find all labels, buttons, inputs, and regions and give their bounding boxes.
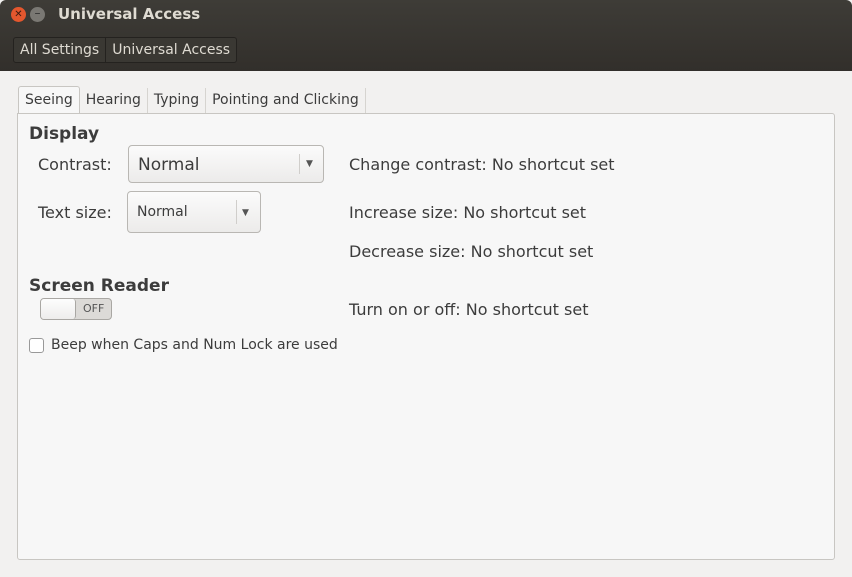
screen-reader-switch[interactable]: OFF: [40, 298, 112, 320]
increase-size-shortcut[interactable]: Increase size: No shortcut set: [349, 203, 586, 222]
screen-reader-heading: Screen Reader: [29, 276, 169, 296]
chevron-down-icon: ▼: [242, 208, 249, 218]
screen-reader-shortcut[interactable]: Turn on or off: No shortcut set: [349, 300, 589, 319]
contrast-label: Contrast:: [38, 155, 112, 174]
beep-checkbox[interactable]: [29, 338, 44, 353]
seeing-panel: Display Contrast: Normal ▼ Text size: No…: [17, 113, 835, 560]
window-title: Universal Access: [58, 5, 201, 23]
tab-seeing[interactable]: Seeing: [18, 86, 80, 113]
breadcrumb-universal-access[interactable]: Universal Access: [105, 38, 236, 62]
tab-pointing-and-clicking[interactable]: Pointing and Clicking: [206, 88, 366, 113]
text-size-label: Text size:: [38, 203, 112, 222]
breadcrumb-all-settings[interactable]: All Settings: [14, 38, 105, 62]
minimize-icon[interactable]: –: [30, 7, 45, 22]
title-bar: ✕ – Universal Access All Settings Univer…: [0, 0, 852, 71]
close-icon[interactable]: ✕: [11, 7, 26, 22]
tab-typing[interactable]: Typing: [148, 88, 207, 113]
breadcrumb: All Settings Universal Access: [13, 37, 238, 63]
switch-knob: [41, 299, 76, 319]
change-contrast-shortcut[interactable]: Change contrast: No shortcut set: [349, 155, 615, 174]
chevron-down-icon: ▼: [306, 159, 313, 169]
contrast-value: Normal: [138, 155, 200, 175]
switch-state: OFF: [83, 302, 105, 315]
text-size-dropdown[interactable]: Normal ▼: [127, 191, 261, 233]
tab-bar: Seeing Hearing Typing Pointing and Click…: [18, 86, 366, 113]
tab-hearing[interactable]: Hearing: [80, 88, 148, 113]
display-heading: Display: [29, 124, 100, 144]
beep-label: Beep when Caps and Num Lock are used: [51, 337, 338, 353]
decrease-size-shortcut[interactable]: Decrease size: No shortcut set: [349, 242, 593, 261]
contrast-dropdown[interactable]: Normal ▼: [128, 145, 324, 183]
text-size-value: Normal: [137, 204, 188, 220]
